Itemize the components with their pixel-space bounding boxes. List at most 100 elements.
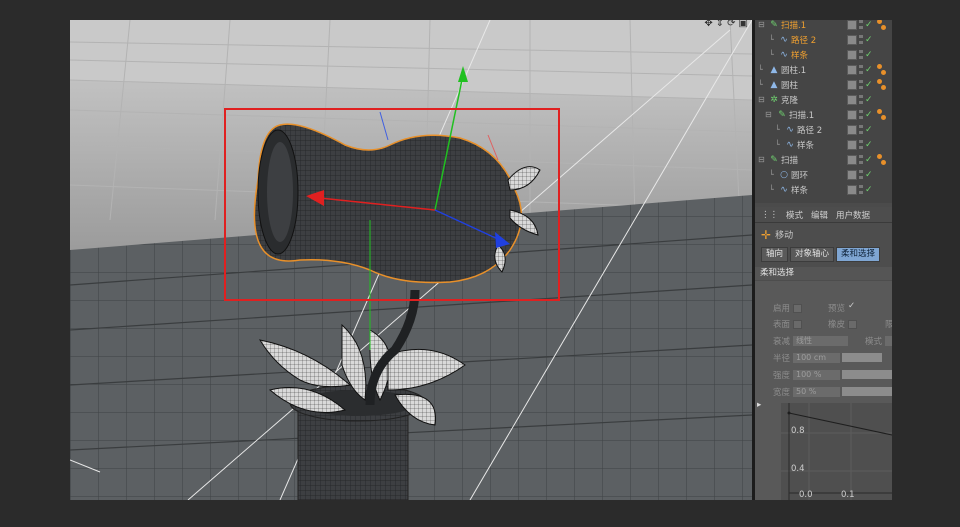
graph-y-label: 0.8 bbox=[791, 426, 805, 436]
rubber-label: 橡皮 bbox=[828, 320, 846, 330]
move-view-icon[interactable]: ✥ bbox=[704, 20, 712, 31]
object-flags[interactable]: ✓ bbox=[847, 94, 873, 105]
app-window: ✥ ⇕ ⟳ ▣ ⊟ ✎ 扫描.1 ✓ └ ∿ 路径 2 ✓ └ ∿ 样条 ✓ └… bbox=[70, 20, 892, 500]
graph-y-label: 0.4 bbox=[791, 464, 805, 474]
object-flags[interactable]: ✓ bbox=[847, 20, 873, 30]
surface-checkbox[interactable] bbox=[793, 320, 802, 329]
circle-icon: ○ bbox=[780, 170, 788, 180]
object-row[interactable]: └ ∿ 路径 2 ✓ bbox=[755, 122, 892, 137]
sweep-icon: ✎ bbox=[770, 20, 778, 30]
object-name: 路径 2 bbox=[791, 35, 817, 46]
preview-checkbox[interactable]: ✓ bbox=[848, 301, 855, 311]
limit-label: 限 bbox=[885, 320, 892, 330]
expand-arrow-icon[interactable]: ▸ bbox=[757, 400, 761, 410]
cloner-icon: ✲ bbox=[770, 95, 778, 105]
object-name: 圆柱.1 bbox=[781, 65, 807, 76]
width-label: 宽度 bbox=[773, 388, 791, 398]
spline-icon: ∿ bbox=[780, 185, 788, 195]
section-title: 柔和选择 bbox=[755, 267, 892, 280]
tag-icon[interactable] bbox=[877, 154, 887, 166]
tag-icon[interactable] bbox=[877, 20, 887, 31]
object-row[interactable]: └ ▲ 圆柱 ✓ bbox=[755, 77, 892, 92]
object-row[interactable]: └ ∿ 样条 ✓ bbox=[755, 47, 892, 62]
radius-label: 半径 bbox=[773, 354, 791, 364]
object-flags[interactable]: ✓ bbox=[847, 124, 873, 135]
tag-icon[interactable] bbox=[877, 64, 887, 76]
object-flags[interactable]: ✓ bbox=[847, 34, 873, 45]
cylinder-icon: ▲ bbox=[770, 80, 778, 90]
object-flags[interactable]: ✓ bbox=[847, 109, 873, 120]
object-flags[interactable]: ✓ bbox=[847, 184, 873, 195]
radius-input[interactable]: 100 cm bbox=[793, 353, 840, 363]
object-name: 克隆 bbox=[781, 95, 799, 106]
attribute-tabs: 轴向 对象轴心 柔和选择 bbox=[761, 247, 881, 262]
strength-slider[interactable] bbox=[842, 370, 892, 379]
falloff-graph[interactable]: 0.8 0.4 0.0 0.1 bbox=[781, 403, 892, 500]
object-name: 扫描.1 bbox=[789, 110, 815, 121]
graph-x-label: 0.0 bbox=[799, 490, 813, 500]
object-row[interactable]: ⊟ ✲ 克隆 ✓ bbox=[755, 92, 892, 107]
tool-header: ✛ 移动 bbox=[761, 227, 794, 242]
attribute-menu-bar: ⋮⋮ 模式 编辑 用户数据 bbox=[755, 207, 892, 223]
tab-object-axis[interactable]: 对象轴心 bbox=[790, 247, 835, 262]
tag-icon[interactable] bbox=[877, 79, 887, 91]
object-flags[interactable]: ✓ bbox=[847, 154, 873, 165]
rotate-view-icon[interactable]: ⟳ bbox=[727, 20, 735, 31]
object-row[interactable]: └ ∿ 路径 2 ✓ bbox=[755, 32, 892, 47]
object-name: 扫描 bbox=[781, 155, 799, 166]
move-tool-icon: ✛ bbox=[761, 227, 772, 242]
object-row[interactable]: ⊟ ✎ 扫描.1 ✓ bbox=[755, 107, 892, 122]
object-name: 扫描.1 bbox=[781, 20, 807, 31]
zoom-view-icon[interactable]: ⇕ bbox=[716, 20, 724, 31]
width-slider[interactable] bbox=[842, 387, 892, 396]
graph-x-label: 0.1 bbox=[841, 490, 855, 500]
object-flags[interactable]: ✓ bbox=[847, 79, 873, 90]
sweep-icon: ✎ bbox=[770, 155, 778, 165]
object-flags[interactable]: ✓ bbox=[847, 49, 873, 60]
spline-icon: ∿ bbox=[780, 50, 788, 60]
tree-collapse-icon[interactable]: ⊟ bbox=[758, 20, 765, 32]
object-flags[interactable]: ✓ bbox=[847, 169, 873, 180]
scene-render[interactable] bbox=[70, 20, 752, 500]
mode-select[interactable] bbox=[885, 336, 892, 346]
object-row[interactable]: └ ∿ 样条 ✓ bbox=[755, 137, 892, 152]
tool-name: 移动 bbox=[775, 231, 794, 241]
menu-user-data[interactable]: 用户数据 bbox=[836, 209, 870, 221]
maximize-view-icon[interactable]: ▣ bbox=[739, 20, 748, 31]
radius-slider[interactable] bbox=[842, 353, 882, 362]
object-name: 路径 2 bbox=[797, 125, 823, 136]
attribute-manager: ⋮⋮ 模式 编辑 用户数据 ✛ 移动 轴向 对象轴心 柔和选择 柔和选择 启用 … bbox=[755, 207, 892, 500]
viewport-nav-icons: ✥ ⇕ ⟳ ▣ bbox=[704, 20, 748, 31]
tab-soft-selection[interactable]: 柔和选择 bbox=[836, 247, 881, 262]
enable-label: 启用 bbox=[773, 304, 791, 314]
spline-icon: ∿ bbox=[786, 125, 794, 135]
menu-edit[interactable]: 编辑 bbox=[811, 209, 828, 221]
strength-label: 强度 bbox=[773, 371, 791, 381]
falloff-select[interactable]: 线性 bbox=[793, 336, 848, 346]
object-name: 样条 bbox=[791, 185, 809, 196]
enable-checkbox[interactable] bbox=[793, 304, 802, 313]
width-input[interactable]: 50 % bbox=[793, 387, 840, 397]
sweep-icon: ✎ bbox=[778, 110, 786, 120]
tag-icon[interactable] bbox=[877, 109, 887, 121]
tab-axis[interactable]: 轴向 bbox=[761, 247, 789, 262]
grip-icon: ⋮⋮ bbox=[761, 209, 778, 220]
object-row[interactable]: └ ○ 圆环 ✓ bbox=[755, 167, 892, 182]
object-name: 样条 bbox=[791, 50, 809, 61]
object-row[interactable]: ⊟ ✎ 扫描.1 ✓ bbox=[755, 20, 892, 32]
object-row[interactable]: └ ∿ 样条 ✓ bbox=[755, 182, 892, 197]
object-flags[interactable]: ✓ bbox=[847, 64, 873, 75]
object-manager: ⊟ ✎ 扫描.1 ✓ └ ∿ 路径 2 ✓ └ ∿ 样条 ✓ └ ▲ 圆柱.1 … bbox=[755, 20, 892, 203]
strength-input[interactable]: 100 % bbox=[793, 370, 840, 380]
3d-viewport[interactable]: ✥ ⇕ ⟳ ▣ bbox=[70, 20, 752, 500]
surface-label: 表面 bbox=[773, 320, 791, 330]
menu-mode[interactable]: 模式 bbox=[786, 209, 803, 221]
cylinder-icon: ▲ bbox=[770, 65, 778, 75]
object-flags[interactable]: ✓ bbox=[847, 139, 873, 150]
object-row[interactable]: └ ▲ 圆柱.1 ✓ bbox=[755, 62, 892, 77]
object-row[interactable]: ⊟ ✎ 扫描 ✓ bbox=[755, 152, 892, 167]
preview-label: 预览 bbox=[828, 304, 846, 314]
rubber-checkbox[interactable] bbox=[848, 320, 857, 329]
spline-icon: ∿ bbox=[786, 140, 794, 150]
object-name: 圆环 bbox=[791, 170, 809, 181]
